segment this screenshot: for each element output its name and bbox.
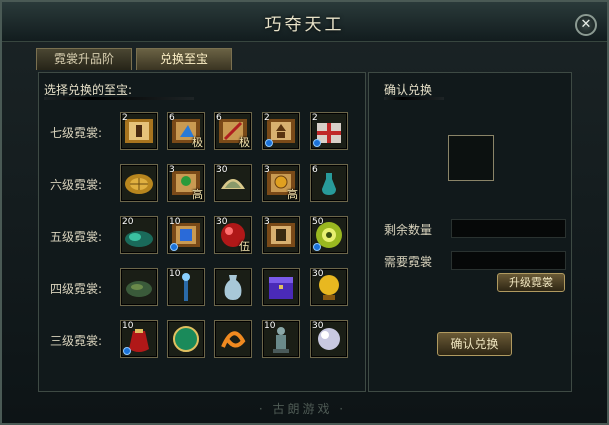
item-count: 10 — [169, 217, 181, 227]
tier-label: 五级霓裳: — [50, 230, 103, 244]
close-icon: ✕ — [580, 17, 592, 32]
item-count: 3 — [264, 165, 270, 175]
tier-label: 三级霓裳: — [50, 334, 103, 348]
globe-icon — [173, 326, 199, 352]
confirm-header: 确认兑换 — [384, 83, 433, 97]
item-count: 30 — [216, 217, 228, 227]
treasure-slot[interactable]: 2 — [310, 112, 348, 150]
treasure-slot[interactable]: 10 — [262, 320, 300, 358]
item-count: 2 — [312, 113, 318, 123]
item-count: 6 — [169, 113, 175, 123]
item-count: 10 — [169, 269, 181, 279]
treasure-slot[interactable]: 2 — [120, 112, 158, 150]
treasure-slot[interactable]: 30 — [310, 320, 348, 358]
orange-swirl-icon — [221, 331, 246, 348]
footer-watermark: · 古朗游戏 · — [258, 402, 347, 416]
grade-badge: 高 — [192, 188, 203, 201]
info-dot-icon — [265, 139, 273, 147]
info-dot-icon — [170, 243, 178, 251]
info-dot-icon — [123, 347, 131, 355]
select-treasure-header: 选择兑换的至宝: — [44, 83, 133, 97]
item-count: 20 — [122, 217, 134, 227]
grade-badge: 极 — [192, 136, 203, 149]
treasure-slot[interactable]: 10 — [167, 216, 205, 254]
mossy-stone-icon — [126, 281, 152, 297]
item-count: 3 — [169, 165, 175, 175]
item-count: 50 — [312, 217, 324, 227]
item-count: 2 — [122, 113, 128, 123]
treasure-slot[interactable] — [262, 268, 300, 306]
tier-label: 四级霓裳: — [50, 282, 103, 296]
item-count: 6 — [312, 165, 318, 175]
treasure-slot[interactable]: 30 伍 — [214, 216, 252, 254]
remaining-count-field — [451, 219, 566, 238]
treasure-slot[interactable]: 10 — [120, 320, 158, 358]
treasure-slot[interactable]: 3高 — [167, 164, 205, 202]
item-count: 3 — [264, 217, 270, 227]
grade-badge: 伍 — [239, 240, 250, 253]
item-count: 30 — [312, 269, 324, 279]
header-underline — [44, 97, 194, 100]
required-outfit-field — [451, 251, 566, 270]
info-dot-icon — [313, 243, 321, 251]
turtle-shell-icon — [125, 174, 153, 194]
purple-chest-icon — [269, 277, 293, 299]
close-button[interactable]: ✕ — [575, 14, 597, 36]
treasure-slot[interactable]: 6 — [310, 164, 348, 202]
item-count: 30 — [312, 321, 324, 331]
treasure-slot[interactable]: 20 — [120, 216, 158, 254]
treasure-slot[interactable]: 6极 — [214, 112, 252, 150]
confirm-exchange-button[interactable]: 确认兑换 — [437, 332, 512, 356]
tab-upgrade-outfit[interactable]: 霓裳升品阶 — [36, 48, 132, 70]
treasure-slot[interactable]: 3高 — [262, 164, 300, 202]
tier-label: 七级霓裳: — [50, 126, 103, 140]
treasure-slot[interactable]: 3 — [262, 216, 300, 254]
item-count: 10 — [122, 321, 134, 331]
upgrade-outfit-button[interactable]: 升级霓裳 — [497, 273, 565, 292]
treasure-slot[interactable]: 50 — [310, 216, 348, 254]
item-count: 10 — [264, 321, 276, 331]
selected-treasure-slot[interactable] — [448, 135, 494, 181]
remaining-count-label: 剩余数量 — [384, 223, 433, 237]
info-dot-icon — [313, 139, 321, 147]
tier-label: 六级霓裳: — [50, 178, 103, 192]
header-underline — [384, 97, 444, 100]
window-title: 巧夺天工 — [264, 15, 345, 35]
treasure-slot[interactable]: 30 — [310, 268, 348, 306]
grade-badge: 高 — [287, 188, 298, 201]
tab-exchange-treasure[interactable]: 兑换至宝 — [136, 48, 232, 70]
treasure-slot[interactable]: 30 — [214, 164, 252, 202]
grade-badge: 极 — [239, 136, 250, 149]
treasure-slot[interactable]: 10 — [167, 268, 205, 306]
treasure-slot[interactable] — [167, 320, 205, 358]
vase-icon — [224, 275, 242, 300]
item-count: 2 — [264, 113, 270, 123]
item-count: 30 — [216, 165, 228, 175]
treasure-slot[interactable]: 2 — [262, 112, 300, 150]
treasure-slot[interactable] — [120, 164, 158, 202]
item-count: 6 — [216, 113, 222, 123]
treasure-slot[interactable] — [214, 320, 252, 358]
title-bar: 巧夺天工 ✕ — [2, 2, 607, 42]
required-outfit-label: 需要霓裳 — [384, 255, 433, 269]
treasure-slot[interactable] — [214, 268, 252, 306]
treasure-slot[interactable] — [120, 268, 158, 306]
treasure-slot[interactable]: 6极 — [167, 112, 205, 150]
